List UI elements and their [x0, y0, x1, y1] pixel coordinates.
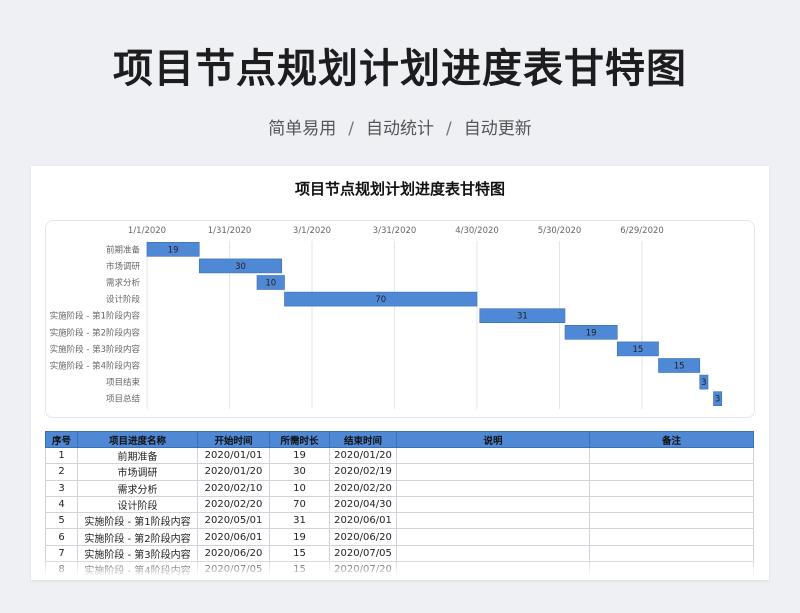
table-cell[interactable]: 6: [45, 528, 78, 546]
table-cell[interactable]: 3: [45, 479, 78, 497]
subtitle-separator: /: [446, 119, 452, 139]
x-tick-label: 1/31/2020: [208, 226, 252, 236]
task-label: 设计阶段: [106, 294, 141, 305]
task-label: 市场调研: [106, 261, 141, 272]
table-cell[interactable]: [589, 446, 754, 465]
table-cell[interactable]: 2020/06/01: [197, 528, 270, 546]
task-label: 前期准备: [106, 244, 141, 255]
table-cell[interactable]: [589, 512, 754, 530]
x-tick-label: 1/1/2020: [128, 226, 166, 236]
table-cell[interactable]: [396, 512, 590, 530]
table-cell[interactable]: 1: [45, 446, 78, 465]
scroll-fade: [31, 558, 769, 580]
x-tick-label: 6/29/2020: [620, 226, 664, 236]
table-cell[interactable]: [396, 495, 590, 514]
bar-duration-label: 30: [235, 262, 246, 272]
table-cell[interactable]: 31: [269, 512, 330, 530]
bar-duration-label: 70: [375, 295, 386, 305]
table-cell[interactable]: 实施阶段 - 第2阶段内容: [77, 528, 198, 546]
table-cell[interactable]: 10: [269, 479, 330, 497]
table-cell[interactable]: 2020/06/20: [329, 528, 397, 546]
column-header[interactable]: 说明: [396, 431, 590, 448]
table-cell[interactable]: 2020/04/30: [329, 495, 397, 514]
task-label: 实施阶段 - 第4阶段内容: [50, 361, 141, 372]
table-cell[interactable]: 2020/02/10: [197, 479, 270, 497]
column-header[interactable]: 项目进度名称: [77, 431, 198, 448]
table-cell[interactable]: 2020/01/01: [197, 446, 270, 465]
x-tick-label: 5/30/2020: [538, 226, 582, 236]
table-cell[interactable]: 需求分析: [77, 479, 198, 497]
spreadsheet-card: 项目节点规划计划进度表甘特图 1/1/2020 1/31/2020 3/1/2020…: [31, 166, 769, 580]
bar-duration-label: 31: [517, 312, 528, 322]
subtitle-item-easy: 简单易用: [268, 119, 337, 139]
table-cell[interactable]: 4: [45, 495, 78, 514]
task-label: 实施阶段 - 第2阶段内容: [50, 327, 141, 338]
bar-duration-label: 10: [265, 279, 276, 289]
table-cell[interactable]: [589, 495, 754, 514]
table-cell[interactable]: 2020/02/20: [329, 479, 397, 497]
table-cell[interactable]: [396, 528, 590, 546]
table-cell[interactable]: [589, 463, 754, 481]
task-label: 项目总结: [106, 394, 140, 405]
table-cell[interactable]: 19: [269, 446, 330, 465]
table-cell[interactable]: [396, 463, 590, 481]
table-cell[interactable]: [396, 479, 590, 497]
subtitle: 简单易用 / 自动统计 / 自动更新: [0, 114, 800, 139]
table-cell[interactable]: 2020/05/01: [197, 512, 270, 530]
x-tick-label: 3/1/2020: [293, 226, 331, 236]
gantt-chart: 1/1/2020 1/31/2020 3/1/2020 3/31/2020 4/30/2…: [50, 226, 723, 409]
table-cell[interactable]: [589, 528, 754, 546]
task-label: 需求分析: [106, 278, 141, 289]
bar-duration-label: 19: [168, 245, 179, 255]
bar-duration-label: 3: [701, 378, 706, 388]
table-cell[interactable]: 前期准备: [77, 446, 198, 465]
column-header[interactable]: 备注: [589, 431, 754, 448]
subtitle-item-update: 自动更新: [463, 119, 532, 139]
table-cell[interactable]: 2020/02/20: [197, 495, 270, 514]
table-cell[interactable]: [396, 446, 590, 465]
chart-title: 项目节点规划计划进度表甘特图: [294, 180, 505, 198]
schedule-table: 序号 项目进度名称 开始时间 所需时长 结束时间 说明 备注 1 前期准备 2020/01/01…: [45, 431, 754, 579]
column-header[interactable]: 所需时长: [269, 431, 330, 448]
bar-duration-label: 15: [674, 362, 685, 372]
bar-duration-label: 15: [632, 345, 643, 355]
gantt-chart-frame[interactable]: 1/1/2020 1/31/2020 3/1/2020 3/31/2020 4/30/2…: [45, 220, 755, 418]
column-header[interactable]: 序号: [45, 431, 78, 448]
table-cell[interactable]: 30: [269, 463, 330, 481]
bar-duration-label: 3: [715, 395, 720, 405]
x-tick-label: 3/31/2020: [373, 226, 417, 236]
task-label: 实施阶段 - 第3阶段内容: [50, 344, 141, 355]
subtitle-separator: /: [348, 119, 354, 139]
table-cell[interactable]: 2020/01/20: [197, 463, 270, 481]
column-header[interactable]: 结束时间: [329, 431, 397, 448]
x-tick-label: 4/30/2020: [455, 226, 499, 236]
table-cell[interactable]: 2: [45, 463, 78, 481]
table-cell[interactable]: [589, 479, 754, 497]
table-cell[interactable]: 设计阶段: [77, 495, 198, 514]
table-cell[interactable]: 2020/02/19: [329, 463, 397, 481]
page-title: 项目节点规划计划进度表甘特图: [113, 46, 687, 92]
table-cell[interactable]: 市场调研: [77, 463, 198, 481]
table-row[interactable]: 2 市场调研 2020/01/20 30 2020/02/19: [45, 463, 754, 481]
table-row[interactable]: 1 前期准备 2020/01/01 19 2020/01/20: [45, 446, 754, 465]
table-cell[interactable]: 70: [269, 495, 330, 514]
table-header-row: 序号 项目进度名称 开始时间 所需时长 结束时间 说明 备注: [45, 431, 754, 448]
task-label: 实施阶段 - 第1阶段内容: [50, 311, 141, 322]
table-row[interactable]: 5 实施阶段 - 第1阶段内容 2020/05/01 31 2020/06/01: [45, 512, 754, 530]
table-cell[interactable]: 2020/01/20: [329, 446, 397, 465]
table-cell[interactable]: 5: [45, 512, 78, 530]
table-cell[interactable]: 实施阶段 - 第1阶段内容: [77, 512, 198, 530]
table-row[interactable]: 4 设计阶段 2020/02/20 70 2020/04/30: [45, 495, 754, 514]
task-label: 项目结束: [106, 377, 141, 388]
bar-duration-label: 19: [586, 328, 597, 338]
column-header[interactable]: 开始时间: [197, 431, 270, 448]
table-cell[interactable]: 19: [269, 528, 330, 546]
table-row[interactable]: 3 需求分析 2020/02/10 10 2020/02/20: [45, 479, 754, 497]
table-cell[interactable]: 2020/06/01: [329, 512, 397, 530]
subtitle-item-stats: 自动统计: [366, 119, 434, 139]
table-row[interactable]: 6 实施阶段 - 第2阶段内容 2020/06/01 19 2020/06/20: [45, 528, 754, 546]
